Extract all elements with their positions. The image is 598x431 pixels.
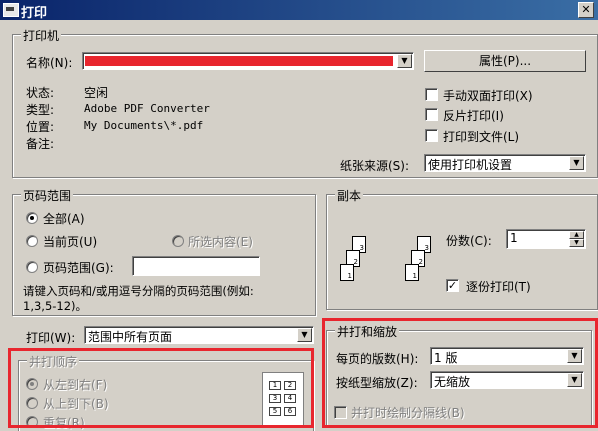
reverse-print-checkbox[interactable] bbox=[425, 108, 438, 121]
print-to-file-checkbox[interactable] bbox=[425, 129, 438, 142]
range-all-radio[interactable] bbox=[26, 212, 38, 224]
comment-label: 备注: bbox=[26, 137, 55, 151]
copies-count-input[interactable]: 1 ▲ ▼ bbox=[506, 229, 586, 249]
title-bar: 打印 ✕ bbox=[0, 0, 598, 21]
copies-count-label: 份数(C): bbox=[446, 234, 492, 248]
type-value: Adobe PDF Converter bbox=[84, 102, 210, 115]
page-range-group-label: 页码范围 bbox=[21, 187, 74, 204]
range-pages-label[interactable]: 页码范围(G): bbox=[43, 259, 114, 276]
properties-button-label: 属性(P)... bbox=[478, 54, 532, 68]
printer-icon bbox=[3, 3, 19, 17]
spin-up-icon[interactable]: ▲ bbox=[569, 231, 584, 239]
paper-source-value: 使用打印机设置 bbox=[428, 158, 513, 172]
copies-group: 副本 bbox=[326, 187, 598, 310]
collate-checkbox[interactable]: ✓ bbox=[446, 279, 459, 292]
zoom-highlight-box bbox=[322, 318, 598, 428]
print-what-select[interactable]: 范围中所有页面 ▼ bbox=[84, 326, 314, 344]
range-current-radio[interactable] bbox=[26, 235, 38, 247]
page-range-hint-2: 1,3,5-12)。 bbox=[23, 299, 88, 313]
range-pages-radio[interactable] bbox=[26, 261, 38, 273]
page-range-input[interactable] bbox=[132, 256, 260, 276]
chevron-down-icon[interactable]: ▼ bbox=[297, 328, 312, 342]
redacted-printer-name bbox=[85, 56, 393, 66]
page-range-hint-1: 请键入页码和/或用逗号分隔的页码范围(例如: bbox=[23, 284, 254, 298]
location-value: My Documents\*.pdf bbox=[84, 119, 204, 132]
window-title: 打印 bbox=[21, 6, 48, 21]
printer-name-select[interactable]: ▼ bbox=[82, 52, 414, 70]
spin-down-icon[interactable]: ▼ bbox=[569, 239, 584, 247]
print-what-value: 范围中所有页面 bbox=[88, 330, 173, 344]
close-button[interactable]: ✕ bbox=[578, 2, 594, 18]
reverse-print-label[interactable]: 反片打印(I) bbox=[443, 107, 504, 124]
manual-duplex-checkbox[interactable] bbox=[425, 88, 438, 101]
range-selection-radio[interactable] bbox=[172, 235, 184, 247]
print-to-file-label[interactable]: 打印到文件(L) bbox=[443, 128, 519, 145]
range-selection-label[interactable]: 所选内容(E) bbox=[188, 233, 253, 250]
printer-group-label: 打印机 bbox=[21, 27, 62, 44]
properties-button[interactable]: 属性(P)... bbox=[424, 50, 586, 72]
order-highlight-box bbox=[8, 348, 314, 428]
paper-source-label: 纸张来源(S): bbox=[340, 159, 410, 173]
status-value: 空闲 bbox=[84, 86, 109, 100]
print-what-label: 打印(W): bbox=[26, 331, 76, 345]
copies-group-label: 副本 bbox=[335, 187, 364, 204]
location-label: 位置: bbox=[26, 120, 55, 134]
paper-source-select[interactable]: 使用打印机设置 ▼ bbox=[424, 154, 586, 172]
collate-label[interactable]: 逐份打印(T) bbox=[466, 278, 531, 295]
copies-count-value: 1 bbox=[510, 231, 518, 245]
chevron-down-icon[interactable]: ▼ bbox=[569, 156, 584, 170]
range-all-label[interactable]: 全部(A) bbox=[43, 210, 85, 227]
type-label: 类型: bbox=[26, 103, 55, 117]
manual-duplex-label[interactable]: 手动双面打印(X) bbox=[443, 87, 533, 104]
chevron-down-icon[interactable]: ▼ bbox=[397, 54, 412, 68]
range-current-label[interactable]: 当前页(U) bbox=[43, 233, 97, 250]
printer-name-label: 名称(N): bbox=[26, 56, 73, 70]
status-label: 状态: bbox=[26, 86, 55, 100]
